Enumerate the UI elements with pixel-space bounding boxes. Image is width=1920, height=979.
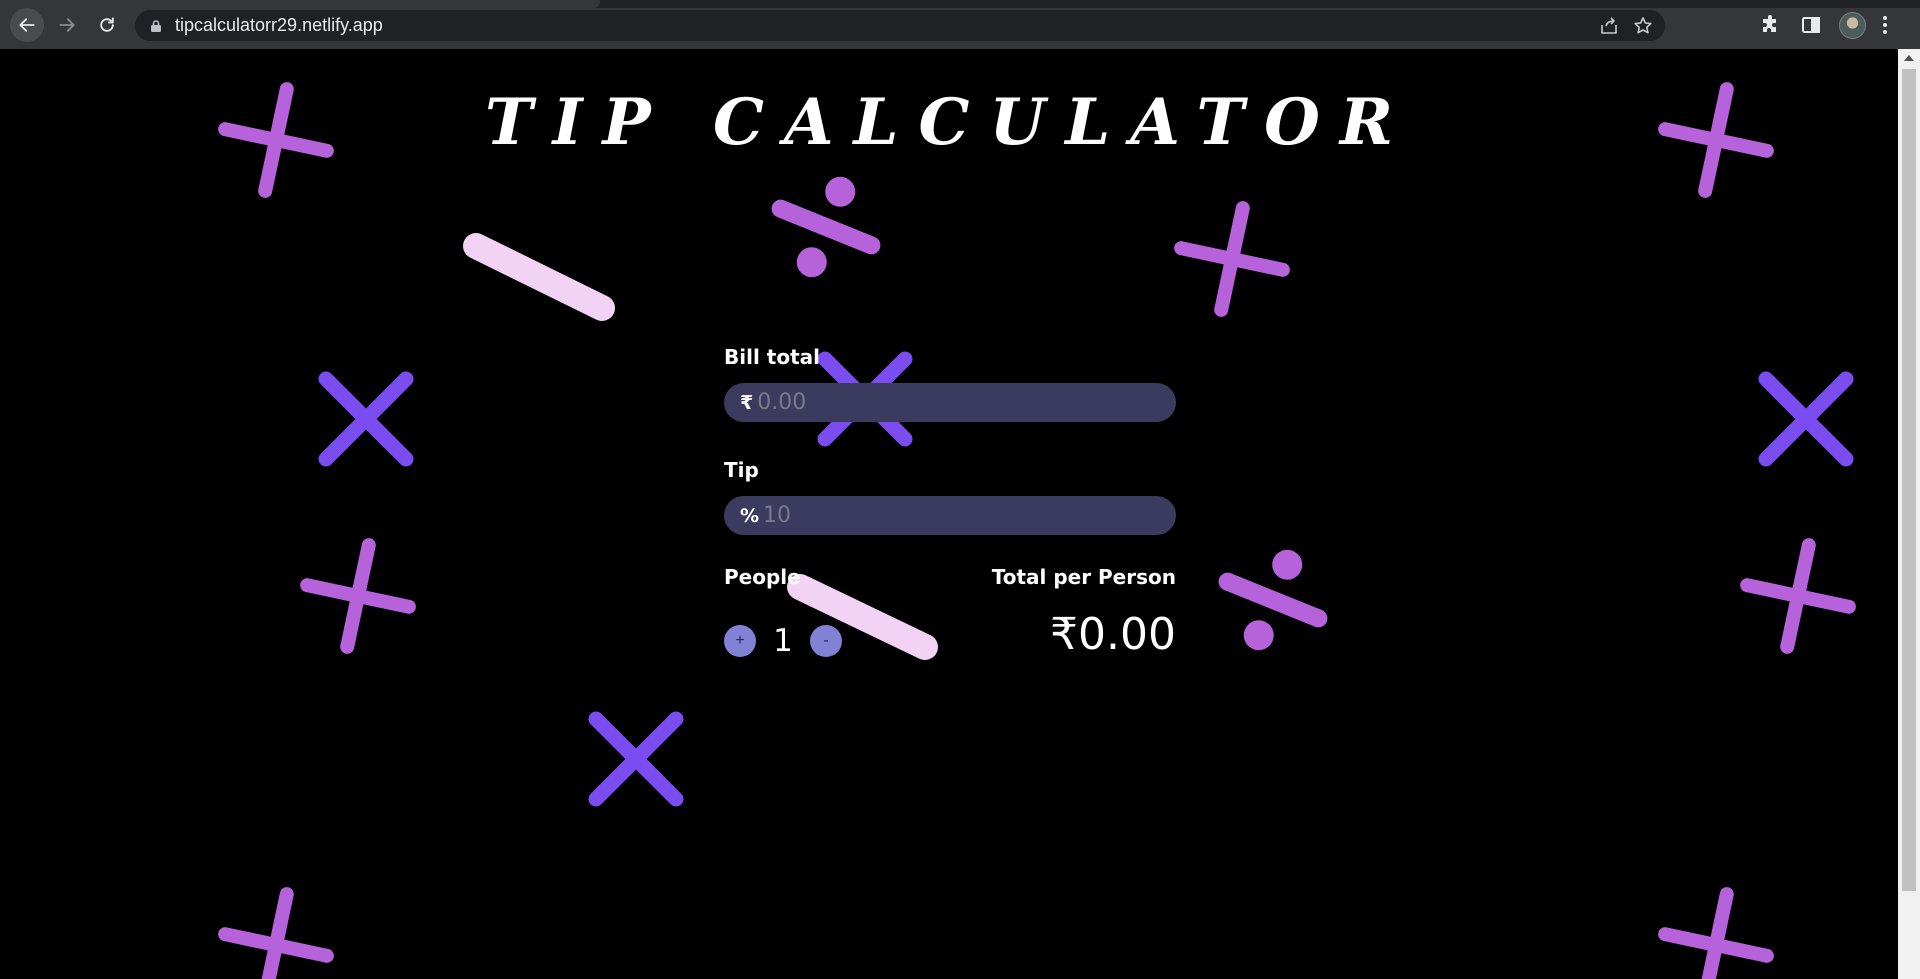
people-and-total-row: People Total per Person + 1 - ₹0.00 [724,565,1176,675]
arrow-right-icon [59,18,75,32]
url-text[interactable]: tipcalculatorr29.netlify.app [175,15,383,36]
tip-input[interactable] [763,503,1144,528]
multiply-icon [1758,371,1854,467]
bill-total-label: Bill total [724,345,820,369]
people-stepper: + 1 - [724,623,842,659]
arrow-left-icon [19,18,35,32]
total-per-person-value: ₹0.00 [1050,609,1176,660]
bill-total-input[interactable] [757,390,1138,415]
tip-group: Tip % [724,458,1176,535]
vertical-scrollbar[interactable] [1898,49,1920,979]
decrease-people-button[interactable]: - [810,625,842,657]
rupee-icon: ₹ [740,391,754,414]
page-title: TIP CALCULATOR [484,85,1414,160]
increase-people-button[interactable]: + [724,625,756,657]
plus-icon [218,887,334,979]
lock-icon[interactable] [149,19,163,33]
divide-icon [771,176,881,278]
plus-icon [1740,538,1856,654]
bill-total-field[interactable]: ₹ [724,383,1176,422]
total-per-person-label: Total per Person [991,565,1176,589]
plus-icon [1174,201,1290,317]
side-panel-icon[interactable] [1800,14,1822,36]
address-bar[interactable]: tipcalculatorr29.netlify.app [135,10,1665,41]
minus-icon [463,233,615,321]
scrollbar-thumb[interactable] [1902,69,1916,891]
profile-avatar[interactable] [1839,12,1866,39]
back-button[interactable] [10,8,44,42]
tip-field[interactable]: % [724,496,1176,535]
extensions-puzzle-icon[interactable] [1760,14,1782,36]
browser-toolbar: tipcalculatorr29.netlify.app [0,0,1920,49]
plus-icon [300,538,416,654]
bill-total-group: Bill total ₹ [724,345,1176,422]
people-label: People [724,565,801,589]
share-icon[interactable] [1599,16,1619,36]
scroll-up-icon[interactable] [1904,55,1914,61]
forward-button[interactable] [50,8,84,42]
bookmark-star-icon[interactable] [1633,16,1653,36]
multiply-icon [588,711,684,807]
percent-icon: % [740,504,760,527]
kebab-menu-icon[interactable] [1882,14,1888,36]
reload-icon [100,17,114,32]
divide-icon [1218,549,1328,651]
active-tab[interactable] [0,0,600,8]
multiply-icon [318,371,414,467]
tip-calculator-form: Bill total ₹ Tip % People Total per Pers… [724,345,1176,675]
people-count: 1 [773,623,793,659]
tip-label: Tip [724,458,759,482]
plus-icon [1658,887,1774,979]
reload-button[interactable] [90,8,124,42]
